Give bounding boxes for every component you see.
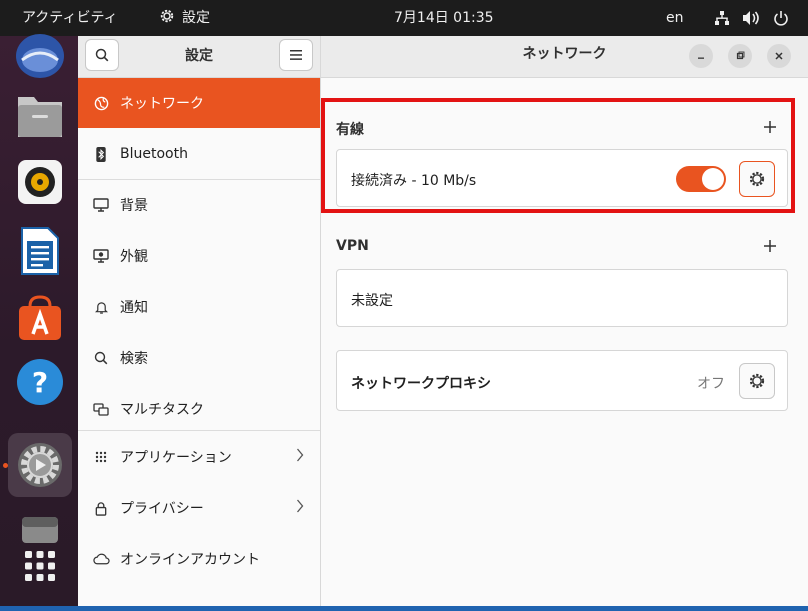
- search-icon: [95, 48, 109, 62]
- lock-icon: [95, 501, 107, 516]
- app-center-icon: [19, 295, 61, 340]
- vpn-row: 未設定: [336, 269, 788, 327]
- sidebar-item-label: プライバシー: [120, 501, 204, 517]
- wired-settings-button[interactable]: [739, 161, 775, 197]
- dock-help[interactable]: ?: [8, 350, 72, 414]
- sidebar-item-multitasking[interactable]: マルチタスク: [78, 384, 320, 434]
- network-wired-icon: [715, 11, 729, 25]
- sidebar-item-privacy[interactable]: プライバシー: [78, 483, 320, 533]
- libreoffice-writer-icon: [21, 227, 59, 275]
- sidebar-item-applications[interactable]: アプリケーション: [78, 432, 320, 482]
- search-button[interactable]: [85, 39, 119, 71]
- hamburger-icon: [290, 50, 302, 60]
- sidebar-item-label: Bluetooth: [120, 146, 188, 162]
- sidebar-item-search[interactable]: 検索: [78, 333, 320, 383]
- sidebar-item-label: 検索: [120, 351, 148, 367]
- sidebar-item-network[interactable]: ネットワーク: [78, 78, 320, 128]
- sidebar-item-appearance[interactable]: 外観: [78, 231, 320, 281]
- desktop-strip: [0, 606, 808, 611]
- network-icon: [94, 96, 108, 110]
- sidebar-divider: [78, 430, 320, 431]
- sidebar-item-label: オンラインアカウント: [120, 552, 260, 568]
- sidebar-item-label: 背景: [120, 198, 148, 214]
- network-proxy-row[interactable]: ネットワークプロキシ オフ: [336, 350, 788, 411]
- dock-app-center[interactable]: [8, 286, 72, 350]
- chevron-right-icon: [297, 499, 304, 513]
- sidebar-item-label: アプリケーション: [120, 450, 232, 466]
- files-icon: [18, 97, 62, 137]
- settings-sidebar: 設定 ネットワーク Bluetooth 背景 外観 通知 検索 マルチタスク ア…: [78, 36, 321, 606]
- apps-grid-icon: [95, 451, 107, 463]
- sidebar-item-online-accounts[interactable]: オンラインアカウント: [78, 534, 320, 584]
- wired-connection-row: 接続済み - 10 Mb/s: [336, 149, 788, 207]
- bell-icon: [94, 301, 108, 314]
- sidebar-header: 設定: [78, 36, 320, 78]
- dock-rhythmbox[interactable]: [8, 150, 72, 214]
- wired-status-label: 接続済み - 10 Mb/s: [351, 173, 477, 189]
- toggle-knob: [702, 168, 724, 190]
- volume-icon: [743, 11, 760, 25]
- add-vpn-button[interactable]: [762, 238, 778, 254]
- proxy-settings-button[interactable]: [739, 363, 775, 399]
- minimize-icon: [698, 57, 704, 59]
- input-method-indicator[interactable]: en: [666, 0, 684, 36]
- sidebar-item-label: 通知: [120, 300, 148, 316]
- bluetooth-icon: [96, 146, 106, 162]
- cloud-icon: [92, 553, 110, 565]
- dock: ?: [0, 34, 78, 611]
- add-wired-button[interactable]: [762, 119, 778, 135]
- gear-icon: [749, 171, 765, 187]
- chevron-right-icon: [297, 448, 304, 462]
- help-icon: ?: [17, 359, 63, 405]
- app-menu[interactable]: 設定: [158, 0, 210, 36]
- background-icon: [93, 198, 109, 212]
- appearance-icon: [93, 249, 109, 263]
- vpn-section-title: VPN: [336, 238, 369, 254]
- dock-files[interactable]: [8, 84, 72, 148]
- show-apps-button[interactable]: [8, 534, 72, 598]
- rhythmbox-icon: [18, 160, 62, 204]
- svg-text:?: ?: [32, 366, 48, 399]
- sidebar-item-label: 外観: [120, 249, 148, 265]
- sidebar-item-background[interactable]: 背景: [78, 180, 320, 230]
- system-tray[interactable]: [714, 0, 789, 36]
- multitask-icon: [93, 402, 109, 416]
- sidebar-item-bluetooth[interactable]: Bluetooth: [78, 129, 320, 179]
- sidebar-item-notifications[interactable]: 通知: [78, 282, 320, 332]
- panel-header: ネットワーク: [321, 36, 808, 78]
- vpn-status-label: 未設定: [351, 293, 393, 309]
- close-button[interactable]: [767, 44, 791, 68]
- close-icon: [775, 52, 783, 60]
- proxy-label: ネットワークプロキシ: [351, 376, 491, 392]
- sidebar-item-label: ネットワーク: [120, 96, 204, 112]
- show-apps-icon: [25, 551, 55, 581]
- proxy-value: オフ: [697, 376, 725, 392]
- search-icon: [94, 351, 108, 365]
- power-icon: [774, 11, 788, 26]
- app-menu-label: 設定: [182, 10, 210, 26]
- wired-section-title: 有線: [336, 122, 364, 138]
- hamburger-menu-button[interactable]: [279, 39, 313, 71]
- gear-icon: [160, 9, 174, 23]
- restore-icon: [736, 51, 745, 60]
- clock[interactable]: 7月14日 01:35: [394, 0, 494, 36]
- network-panel: ネットワーク 有線 接続済み - 10 Mb/s VPN 未設定 ネットワークプ…: [321, 36, 808, 606]
- settings-icon: [18, 443, 62, 487]
- desktop: アクティビティ 設定 7月14日 01:35 en ? 設定 ネットワーク Bl…: [0, 0, 808, 611]
- gear-icon: [749, 373, 765, 389]
- dock-thunderbird[interactable]: [8, 24, 72, 88]
- top-bar: アクティビティ 設定 7月14日 01:35 en: [0, 0, 808, 36]
- maximize-button[interactable]: [728, 44, 752, 68]
- minimize-button[interactable]: [689, 44, 713, 68]
- sidebar-item-label: マルチタスク: [120, 402, 204, 418]
- thunderbird-icon: [16, 34, 64, 78]
- dock-writer[interactable]: [8, 219, 72, 283]
- dock-settings[interactable]: [8, 433, 72, 497]
- wired-toggle[interactable]: [676, 166, 726, 192]
